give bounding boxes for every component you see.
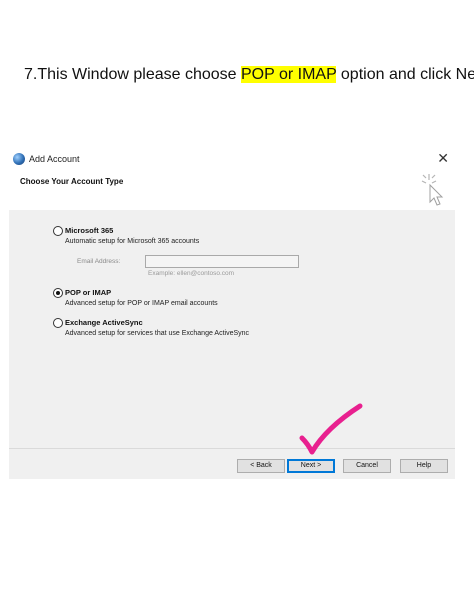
instruction-suffix: option and click Next: [336, 66, 474, 83]
dialog-footer: < Back Next > Cancel Help: [9, 448, 455, 479]
cancel-button[interactable]: Cancel: [343, 459, 391, 473]
pink-checkmark-annotation: [299, 403, 363, 455]
dialog-title: Add Account: [29, 154, 80, 164]
dialog-body: Microsoft 365 Automatic setup for Micros…: [9, 210, 455, 448]
option-desc-microsoft-365: Automatic setup for Microsoft 365 accoun…: [65, 238, 200, 245]
instruction-highlight: POP or IMAP: [241, 66, 337, 83]
radio-microsoft-365[interactable]: [53, 226, 63, 236]
header-title: Choose Your Account Type: [20, 177, 124, 186]
title-bar: Add Account ✕: [9, 148, 455, 170]
email-example-text: Example: ellen@contoso.com: [148, 270, 235, 277]
next-button[interactable]: Next >: [287, 459, 335, 473]
option-label-microsoft-365: Microsoft 365: [65, 226, 114, 235]
radio-exchange-activesync[interactable]: [53, 318, 63, 328]
dialog-header: Choose Your Account Type: [9, 170, 455, 211]
option-label-pop-imap: POP or IMAP: [65, 288, 112, 297]
email-address-label: Email Address:: [77, 258, 121, 265]
close-icon[interactable]: ✕: [437, 150, 449, 167]
add-account-dialog: Add Account ✕ Choose Your Account Type M…: [9, 148, 455, 479]
option-desc-pop-imap: Advanced setup for POP or IMAP email acc…: [65, 300, 218, 307]
option-desc-exchange-activesync: Advanced setup for services that use Exc…: [65, 330, 250, 337]
back-button[interactable]: < Back: [237, 459, 285, 473]
instruction-prefix: 7.This Window please choose: [24, 66, 241, 83]
instruction-text: 7.This Window please choose POP or IMAP …: [24, 66, 474, 84]
radio-pop-imap[interactable]: [53, 288, 63, 298]
help-button[interactable]: Help: [400, 459, 448, 473]
option-label-exchange-activesync: Exchange ActiveSync: [65, 318, 143, 327]
email-address-input[interactable]: [145, 255, 299, 268]
cursor-click-icon: [421, 174, 444, 206]
outlook-app-icon: [13, 153, 25, 165]
